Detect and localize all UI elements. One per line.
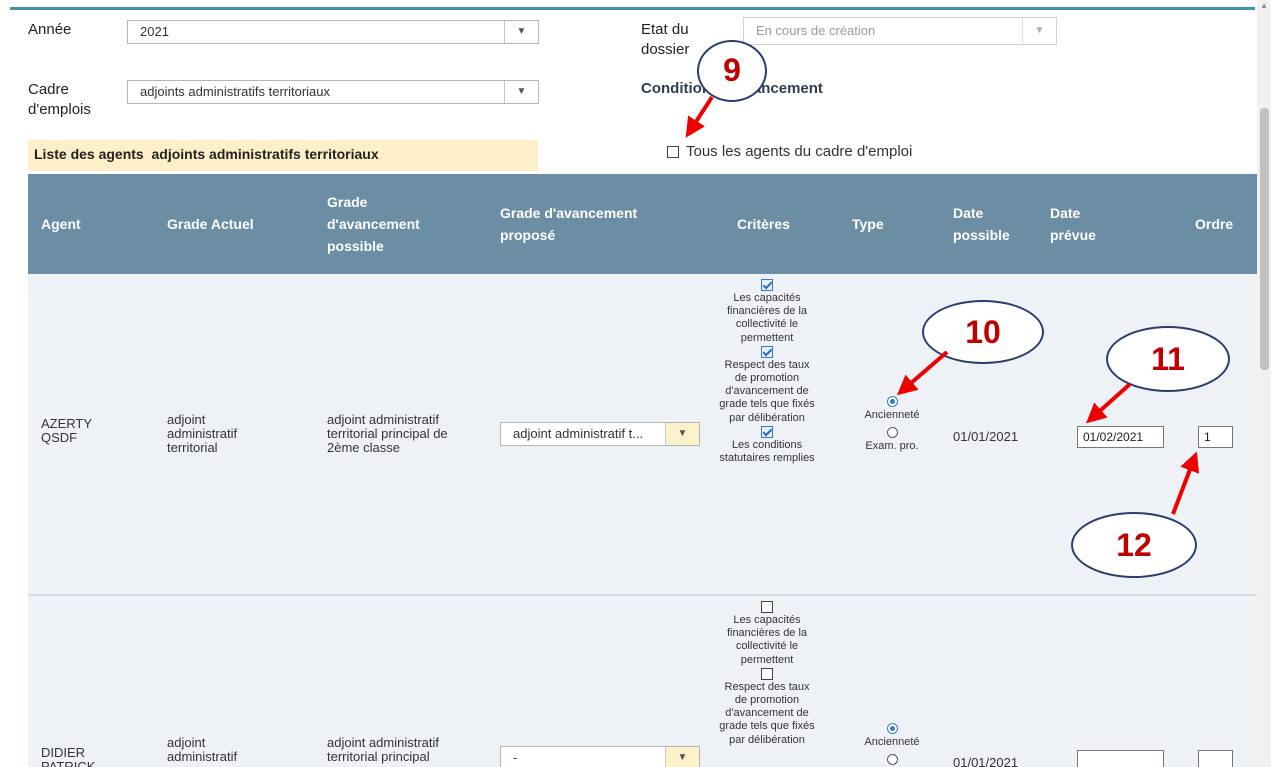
table-header: Agent Grade Actuel Grade d'avancement po… <box>28 174 1257 274</box>
annee-select[interactable]: 2021 ▼ <box>127 20 539 44</box>
type-radio-group: Ancienneté Exam. pro. <box>852 396 932 453</box>
date-possible: 01/01/2021 <box>953 755 1019 767</box>
tous-agents-option[interactable]: Tous les agents du cadre d'emploi <box>667 143 912 160</box>
tous-agents-label: Tous les agents du cadre d'emploi <box>686 143 913 160</box>
liste-agents-banner: Liste des agents adjoints administratifs… <box>28 140 538 171</box>
grade-propose-select[interactable]: - ▼ <box>500 746 700 767</box>
type-exam-radio[interactable] <box>886 427 898 438</box>
date-prevue-input[interactable] <box>1077 750 1164 767</box>
type-radio-group: Ancienneté <box>852 723 932 767</box>
grade-possible: adjoint administratif territorial princi… <box>327 412 448 455</box>
grade-possible: adjoint administratif territorial princi… <box>327 735 439 764</box>
criteria-label-financial: Les capacités financières de la collecti… <box>726 614 808 666</box>
grade-propose-select[interactable]: adjoint administratif t... ▼ <box>500 422 700 446</box>
chevron-down-icon: ▼ <box>1022 18 1056 44</box>
table-row: DIDIER PATRICK adjoint administratif adj… <box>28 596 1257 767</box>
chevron-down-icon[interactable]: ▼ <box>665 747 699 767</box>
annee-value: 2021 <box>140 24 169 39</box>
col-ordre[interactable]: Ordre <box>1195 174 1255 274</box>
tous-agents-checkbox[interactable] <box>667 145 679 158</box>
col-grade-propose[interactable]: Grade d'avancement proposé <box>500 174 670 274</box>
criteria-checkbox-taux[interactable] <box>761 667 773 680</box>
criteria-label-taux: Respect des taux de promotion d'avanceme… <box>719 680 815 746</box>
scrollbar-thumb[interactable] <box>1260 108 1269 370</box>
col-date-prevue[interactable]: Date prévue <box>1050 174 1120 274</box>
col-date-possible[interactable]: Date possible <box>953 174 1033 274</box>
col-grade-possible[interactable]: Grade d'avancement possible <box>327 174 447 274</box>
col-agent[interactable]: Agent <box>41 174 131 274</box>
date-prevue-input[interactable]: 01/02/2021 <box>1077 426 1164 448</box>
cadre-select[interactable]: adjoints administratifs territoriaux ▼ <box>127 80 539 104</box>
type-anciennete-radio[interactable] <box>886 723 898 734</box>
ordre-input[interactable]: 1 <box>1198 426 1233 448</box>
col-grade-actuel[interactable]: Grade Actuel <box>167 174 307 274</box>
chevron-down-icon[interactable]: ▼ <box>504 81 538 103</box>
agent-name: DIDIER PATRICK <box>41 745 96 767</box>
chevron-down-icon[interactable]: ▼ <box>665 423 699 445</box>
criteria-checkbox-financial[interactable] <box>761 601 773 613</box>
cadre-value: adjoints administratifs territoriaux <box>140 84 331 99</box>
type-anciennete-label: Ancienneté <box>864 736 920 748</box>
grade-actuel: adjoint administratif <box>167 735 238 764</box>
callout-12: 12 <box>1071 512 1197 578</box>
criteria-checkbox-financial[interactable] <box>761 279 773 291</box>
scroll-up-icon[interactable]: ▲ <box>1260 2 1268 10</box>
liste-value: adjoints administratifs territoriaux <box>151 146 379 162</box>
etat-select: En cours de création ▼ <box>743 17 1057 45</box>
etat-value: En cours de création <box>756 23 876 38</box>
criteria-label-financial: Les capacités financières de la collecti… <box>726 292 808 344</box>
criteria-label-taux: Respect des taux de promotion d'avanceme… <box>719 358 815 424</box>
type-exam-radio[interactable] <box>886 754 898 765</box>
callout-9: 9 <box>697 40 767 102</box>
criteria-checkbox-taux[interactable] <box>761 345 773 358</box>
criteria-checkbox-statutaire[interactable] <box>761 425 773 438</box>
date-possible: 01/01/2021 <box>953 429 1019 444</box>
top-accent-line <box>10 7 1255 10</box>
col-type[interactable]: Type <box>852 174 912 274</box>
type-anciennete-radio[interactable] <box>886 396 898 407</box>
grade-actuel: adjoint administratif territorial <box>167 412 238 455</box>
chevron-down-icon[interactable]: ▼ <box>504 21 538 43</box>
callout-11: 11 <box>1106 326 1230 392</box>
annee-label: Année <box>28 21 72 38</box>
callout-10: 10 <box>922 300 1044 364</box>
type-anciennete-label: Ancienneté <box>864 409 920 421</box>
arrow-9 <box>685 95 714 138</box>
col-criteres[interactable]: Critères <box>737 174 817 274</box>
criteria-label-statutaire: Les conditions statutaires remplies <box>719 438 815 465</box>
agent-name: AZERTY QSDF <box>41 416 92 445</box>
ordre-input[interactable] <box>1198 750 1233 767</box>
liste-label: Liste des agents <box>34 146 144 162</box>
cadre-label: Cadre d'emplois <box>28 81 91 118</box>
criteria-list: Les capacités financières de la collecti… <box>717 278 817 465</box>
criteria-list: Les capacités financières de la collecti… <box>717 600 817 747</box>
type-exam-label: Exam. pro. <box>865 440 919 452</box>
